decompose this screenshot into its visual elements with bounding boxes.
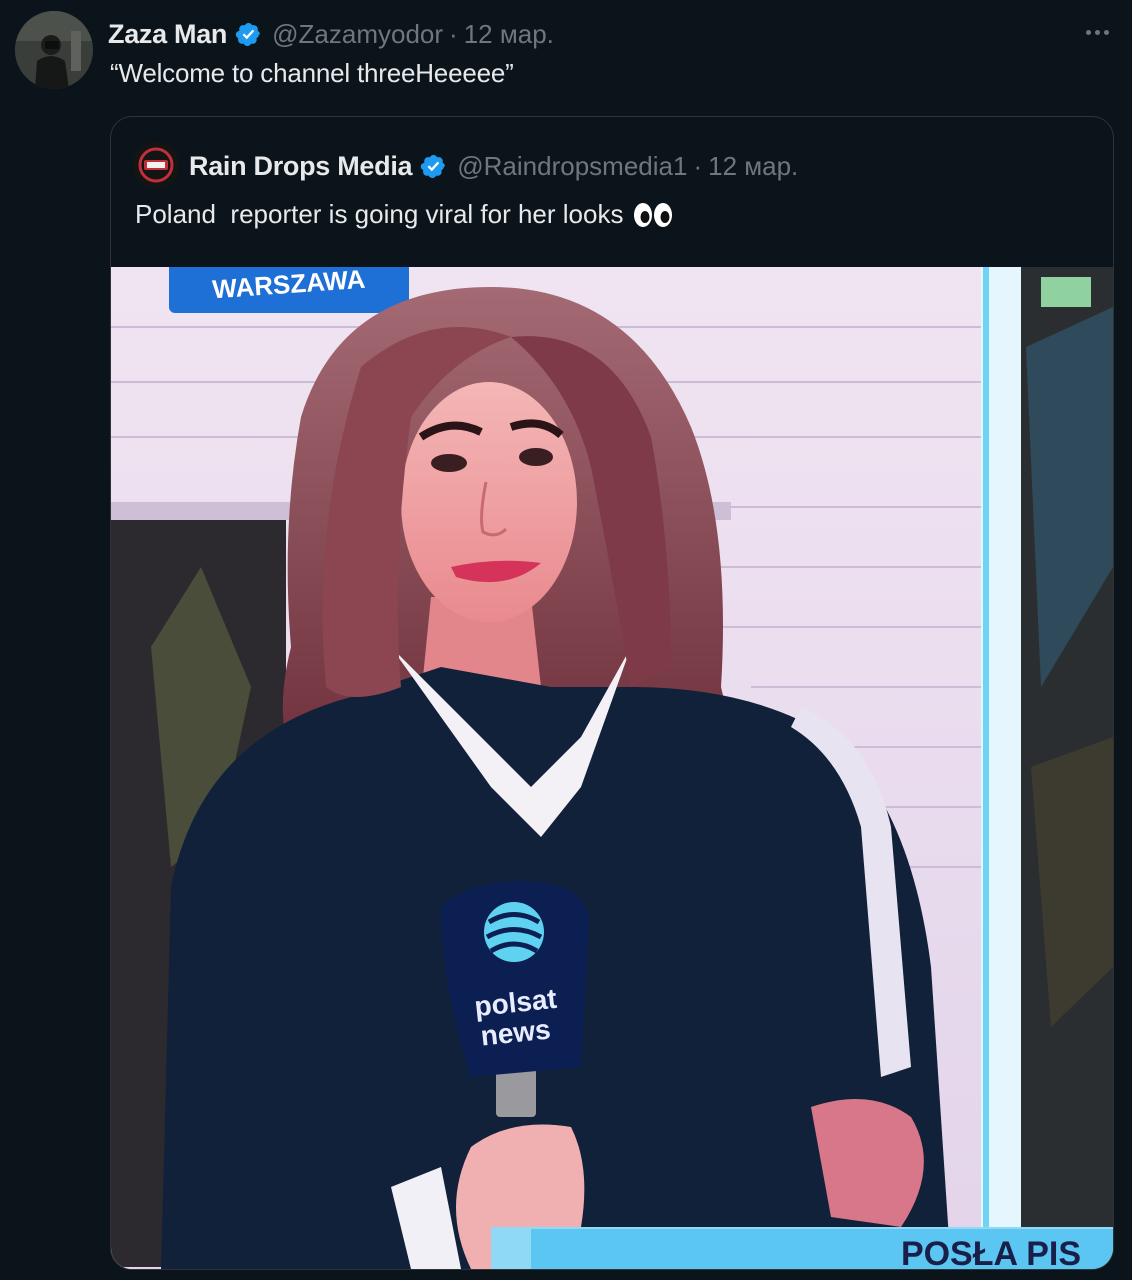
author-handle[interactable]: @Zazamyodor: [272, 19, 443, 50]
quoted-tweet-date[interactable]: 12 мар.: [708, 151, 798, 182]
quoted-tweet-text: Poland reporter is going viral for her l…: [135, 199, 624, 229]
quoted-author-name[interactable]: Rain Drops Media: [189, 151, 413, 182]
more-dot: [1103, 29, 1109, 35]
author-name[interactable]: Zaza Man: [108, 19, 227, 50]
ticker-text: POSŁA PIS: [901, 1235, 1081, 1269]
quoted-author-avatar[interactable]: [133, 142, 179, 188]
eyes-icon: [634, 202, 673, 227]
verified-badge-icon: [235, 22, 261, 46]
more-options-button[interactable]: [1080, 18, 1114, 46]
separator-dot: ·: [693, 150, 703, 181]
tweet-media-photo[interactable]: WARSZAWA polsat news POSŁA PIS: [111, 267, 1113, 1269]
quoted-tweet-text-row: Poland reporter is going viral for her l…: [135, 199, 673, 230]
more-dot: [1094, 29, 1100, 35]
author-avatar[interactable]: [15, 11, 93, 89]
tweet-header: Zaza Man @Zazamyodor · 12 мар.: [108, 14, 554, 54]
quoted-author-handle[interactable]: @Raindropsmedia1: [457, 151, 687, 182]
tweet-date[interactable]: 12 мар.: [464, 19, 554, 50]
tweet-text: “Welcome to channel threeHeeeee”: [110, 58, 514, 88]
more-horizontal-icon: [1085, 29, 1091, 35]
verified-badge-icon: [421, 154, 446, 178]
quoted-tweet-card[interactable]: Rain Drops Media @Raindropsmedia1 · 12 м…: [110, 116, 1114, 1270]
quoted-tweet-header: Rain Drops Media @Raindropsmedia1 · 12 м…: [189, 146, 798, 186]
separator-dot: ·: [449, 18, 458, 49]
tweet[interactable]: Zaza Man @Zazamyodor · 12 мар. “Welcome …: [0, 0, 1132, 1280]
